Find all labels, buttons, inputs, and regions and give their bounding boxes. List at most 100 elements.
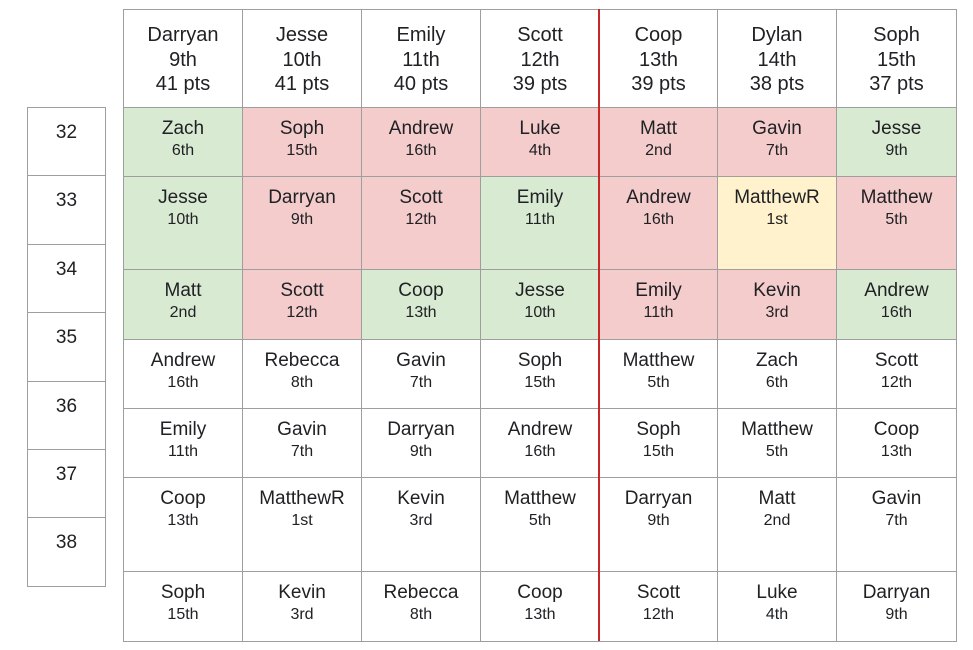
pick-cell[interactable]: Jesse 9th (836, 107, 957, 177)
pick-cell[interactable]: Gavin 7th (717, 107, 837, 177)
player-rank: 12th (405, 211, 437, 228)
player-name: Scott (399, 187, 443, 208)
player-rank: 5th (528, 512, 552, 529)
pick-cell[interactable]: Scott 12th (361, 176, 481, 270)
player-rank: 15th (167, 606, 199, 623)
pick-cell[interactable]: Matt 2nd (123, 269, 243, 340)
player-name: Soph (279, 118, 325, 139)
player-name: Jesse (871, 118, 922, 139)
pick-cell[interactable]: Kevin 3rd (717, 269, 837, 340)
pick-cell[interactable]: Emily 11th (480, 176, 600, 270)
team-header-darryan[interactable]: Darryan 9th 41 pts (123, 9, 243, 108)
team-header-coop[interactable]: Coop 13th 39 pts (599, 9, 718, 108)
pick-cell[interactable]: Emily 11th (123, 408, 243, 478)
pick-cell[interactable]: Darryan 9th (836, 571, 957, 642)
player-rank: 12th (286, 304, 318, 321)
player-rank: 6th (171, 142, 195, 159)
pick-cell[interactable]: Gavin 7th (836, 477, 957, 572)
pick-cell[interactable]: Matthew 5th (599, 339, 718, 409)
player-name: Andrew (388, 118, 454, 139)
player-name: Coop (160, 488, 206, 509)
player-name: Coop (398, 280, 444, 301)
header-pts: 39 pts (631, 73, 686, 95)
pick-cell[interactable]: Zach 6th (717, 339, 837, 409)
row-label-38: 38 (27, 517, 106, 587)
pick-cell[interactable]: Coop 13th (836, 408, 957, 478)
pick-cell[interactable]: Matt 2nd (717, 477, 837, 572)
player-name: Emily (159, 419, 207, 440)
pick-cell[interactable]: Matthew 5th (836, 176, 957, 270)
pick-cell[interactable]: Scott 12th (599, 571, 718, 642)
team-header-jesse[interactable]: Jesse 10th 41 pts (242, 9, 362, 108)
player-rank: 7th (409, 374, 433, 391)
player-rank: 10th (524, 304, 556, 321)
header-pts: 41 pts (155, 73, 211, 95)
pick-cell[interactable]: Andrew 16th (480, 408, 600, 478)
player-name: Jesse (158, 187, 208, 208)
pick-cell[interactable]: Andrew 16th (123, 339, 243, 409)
header-place: 14th (757, 48, 797, 71)
player-name: Gavin (277, 419, 327, 440)
team-header-dylan[interactable]: Dylan 14th 38 pts (717, 9, 837, 108)
pick-cell[interactable]: Darryan 9th (242, 176, 362, 270)
player-name: Darryan (268, 187, 336, 208)
pick-cell[interactable]: Jesse 10th (123, 176, 243, 270)
pick-cell[interactable]: Andrew 16th (361, 107, 481, 177)
pick-cell[interactable]: Rebecca 8th (242, 339, 362, 409)
player-name: Andrew (150, 350, 216, 371)
player-rank: 6th (765, 374, 789, 391)
pick-cell[interactable]: MatthewR 1st (242, 477, 362, 572)
pick-cell[interactable]: Matt 2nd (599, 107, 718, 177)
pick-cell[interactable]: Soph 15th (599, 408, 718, 478)
player-rank: 7th (765, 142, 789, 159)
pick-cell[interactable]: Coop 13th (123, 477, 243, 572)
player-rank: 12th (642, 606, 675, 623)
player-name: Coop (517, 582, 563, 603)
pick-cell[interactable]: Luke 4th (717, 571, 837, 642)
pick-cell[interactable]: Soph 15th (480, 339, 600, 409)
player-name: Emily (516, 187, 564, 208)
header-name: Scott (517, 24, 563, 46)
pick-cell[interactable]: Gavin 7th (242, 408, 362, 478)
player-rank: 3rd (765, 304, 789, 321)
player-name: Darryan (862, 582, 931, 603)
pick-cell[interactable]: Zach 6th (123, 107, 243, 177)
pick-cell[interactable]: Matthew 5th (717, 408, 837, 478)
pick-cell[interactable]: Emily 11th (599, 269, 718, 340)
pick-cell[interactable]: Scott 12th (836, 339, 957, 409)
team-header-emily[interactable]: Emily 11th 40 pts (361, 9, 481, 108)
player-name: Scott (280, 280, 324, 301)
team-header-soph[interactable]: Soph 15th 37 pts (836, 9, 957, 108)
pick-cell[interactable]: Soph 15th (123, 571, 243, 642)
player-name: Matthew (504, 488, 576, 509)
header-pts: 41 pts (274, 73, 330, 95)
pick-cell[interactable]: Jesse 10th (480, 269, 600, 340)
header-pts: 40 pts (393, 73, 449, 95)
pick-cell[interactable]: Luke 4th (480, 107, 600, 177)
player-name: Scott (636, 582, 681, 603)
player-rank: 1st (766, 211, 788, 228)
pick-cell[interactable]: Rebecca 8th (361, 571, 481, 642)
pick-cell[interactable]: Gavin 7th (361, 339, 481, 409)
pick-cell[interactable]: Kevin 3rd (361, 477, 481, 572)
pick-cell[interactable]: Matthew 5th (480, 477, 600, 572)
player-name: Gavin (752, 118, 802, 139)
pick-cell[interactable]: Scott 12th (242, 269, 362, 340)
player-name: Rebecca (383, 582, 459, 603)
player-name: Emily (635, 280, 682, 301)
row-label-35: 35 (27, 312, 106, 382)
player-name: Luke (756, 582, 798, 603)
pick-cell[interactable]: Coop 13th (361, 269, 481, 340)
pick-cell[interactable]: Darryan 9th (599, 477, 718, 572)
pick-cell[interactable]: Soph 15th (242, 107, 362, 177)
pick-cell[interactable]: MatthewR 1st (717, 176, 837, 270)
pick-cell[interactable]: Coop 13th (480, 571, 600, 642)
pick-cell[interactable]: Andrew 16th (599, 176, 718, 270)
player-rank: 2nd (645, 142, 672, 159)
pick-cell[interactable]: Andrew 16th (836, 269, 957, 340)
player-rank: 2nd (763, 512, 791, 529)
pick-cell[interactable]: Darryan 9th (361, 408, 481, 478)
team-header-scott[interactable]: Scott 12th 39 pts (480, 9, 600, 108)
pick-cell[interactable]: Kevin 3rd (242, 571, 362, 642)
player-rank: 13th (405, 304, 437, 321)
